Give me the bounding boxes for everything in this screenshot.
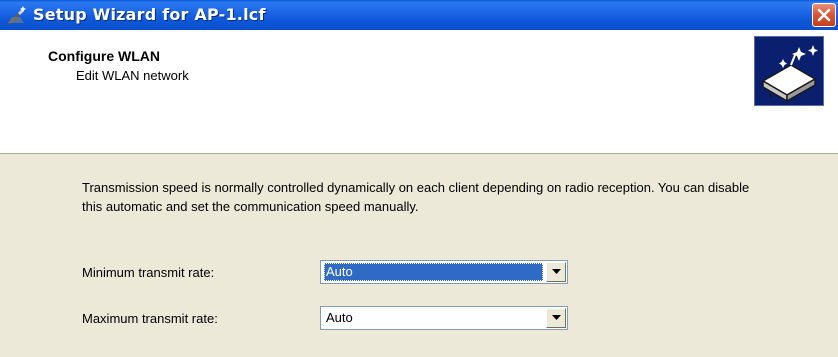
maximum-transmit-rate-label: Maximum transmit rate: bbox=[82, 311, 218, 326]
chevron-down-icon bbox=[552, 269, 561, 274]
close-icon bbox=[817, 8, 831, 22]
description-text: Transmission speed is normally controlle… bbox=[82, 180, 750, 214]
window-title: Setup Wizard for AP-1.lcf bbox=[33, 5, 266, 24]
minimum-transmit-rate-label: Minimum transmit rate: bbox=[82, 265, 215, 280]
setup-wizard-window: Setup Wizard for AP-1.lcf Configure WLAN… bbox=[0, 0, 838, 357]
page-subtitle: Edit WLAN network bbox=[76, 68, 189, 83]
minimum-transmit-rate-select[interactable]: Auto bbox=[320, 260, 568, 284]
maximum-transmit-rate-value: Auto bbox=[326, 310, 353, 325]
chevron-down-icon bbox=[552, 315, 561, 320]
title-bar[interactable]: Setup Wizard for AP-1.lcf bbox=[0, 0, 838, 30]
maximum-transmit-rate-dropdown-button[interactable] bbox=[546, 308, 566, 328]
wizard-header: Configure WLAN Edit WLAN network bbox=[0, 30, 838, 154]
close-button[interactable] bbox=[812, 3, 836, 27]
access-point-sparkle-icon bbox=[754, 36, 824, 106]
page-title: Configure WLAN bbox=[48, 48, 160, 64]
minimum-transmit-rate-dropdown-button[interactable] bbox=[546, 262, 566, 282]
maximum-transmit-rate-select[interactable]: Auto bbox=[320, 306, 568, 330]
minimum-transmit-rate-value: Auto bbox=[324, 263, 543, 281]
wizard-wand-icon bbox=[6, 5, 28, 25]
